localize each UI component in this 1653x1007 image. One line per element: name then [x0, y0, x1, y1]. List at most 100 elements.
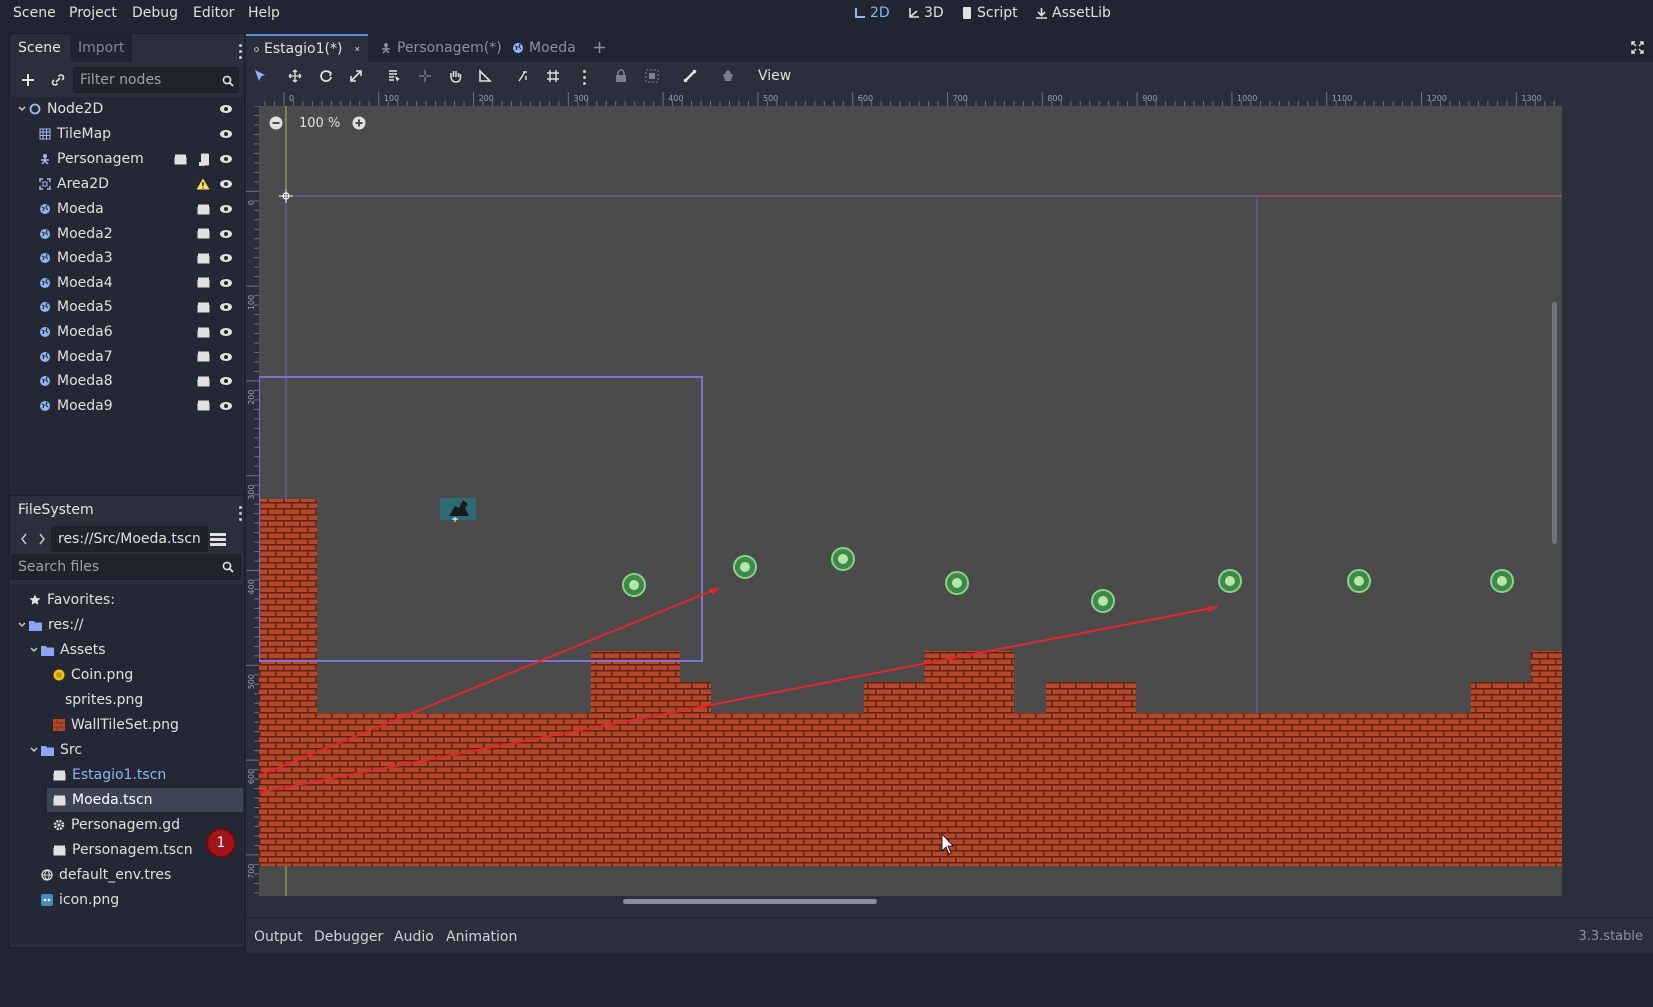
grid-snap-icon[interactable]	[546, 69, 560, 83]
pan-tool-icon[interactable]	[448, 69, 462, 83]
menu-help[interactable]: Help	[248, 5, 280, 21]
add-node-button[interactable]	[18, 70, 38, 90]
moeda-coin-sprite[interactable]	[622, 573, 646, 597]
folder-src[interactable]: Src	[29, 738, 82, 762]
favorites-item[interactable]: Favorites:	[29, 588, 115, 612]
workspace-2d-button[interactable]: 2D	[854, 5, 890, 21]
filesystem-dock-menu-icon[interactable]	[239, 506, 243, 524]
moeda-coin-sprite[interactable]	[945, 571, 969, 595]
new-tab-plus-icon[interactable]	[593, 41, 606, 54]
file-estagio1-tscn[interactable]: Estagio1.tscn	[53, 763, 166, 787]
script-icon[interactable]	[199, 153, 210, 166]
instance-icon[interactable]	[197, 400, 210, 411]
tab-output[interactable]: Output	[254, 929, 303, 945]
tab-estagio1[interactable]: Estagio1(*)	[246, 34, 368, 62]
instance-icon[interactable]	[197, 228, 210, 239]
visibility-eye-icon[interactable]	[219, 129, 233, 139]
tree-node-moeda[interactable]: Moeda7	[39, 345, 243, 369]
tree-node-moeda[interactable]: Moeda9	[39, 394, 243, 418]
file-coin-png[interactable]: Coin.png	[53, 663, 133, 687]
collapse-arrow-icon[interactable]	[17, 620, 27, 630]
instance-icon[interactable]	[197, 204, 210, 215]
visibility-eye-icon[interactable]	[219, 401, 233, 411]
tree-node-node2d[interactable]: Node2D	[17, 97, 243, 121]
close-icon[interactable]	[355, 44, 360, 54]
path-field[interactable]: res://Src/Moeda.tscn	[51, 526, 208, 552]
instance-icon[interactable]	[197, 302, 210, 313]
menu-project[interactable]: Project	[69, 5, 117, 21]
collapse-arrow-icon[interactable]	[29, 745, 39, 755]
distraction-free-icon[interactable]	[1631, 41, 1644, 54]
move-tool-icon[interactable]	[288, 69, 302, 83]
moeda-coin-sprite[interactable]	[1347, 569, 1371, 593]
zoom-level[interactable]: 100 %	[299, 116, 340, 131]
visibility-eye-icon[interactable]	[219, 104, 233, 114]
moeda-coin-sprite[interactable]	[831, 547, 855, 571]
menu-scene[interactable]: Scene	[13, 5, 56, 21]
ruler-tool-icon[interactable]	[478, 69, 492, 83]
group-icon[interactable]	[645, 69, 659, 83]
instance-icon[interactable]	[197, 376, 210, 387]
visibility-eye-icon[interactable]	[219, 204, 233, 214]
tab-moeda[interactable]: Moeda	[504, 34, 584, 62]
instance-icon[interactable]	[174, 154, 187, 165]
zoom-in-icon[interactable]	[352, 116, 366, 130]
search-files-input[interactable]: Search files	[11, 554, 241, 580]
visibility-eye-icon[interactable]	[219, 253, 233, 263]
file-personagem-gd[interactable]: Personagem.gd	[53, 813, 180, 837]
workspace-3d-button[interactable]: 3D	[908, 5, 944, 21]
visibility-eye-icon[interactable]	[219, 302, 233, 312]
list-view-icon[interactable]	[210, 532, 226, 546]
smart-snap-icon[interactable]	[517, 69, 531, 83]
tree-node-moeda[interactable]: Moeda8	[39, 369, 243, 393]
tab-filesystem[interactable]: FileSystem	[10, 496, 102, 524]
lock-icon[interactable]	[615, 69, 627, 83]
tree-node-moeda[interactable]: Moeda2	[39, 222, 243, 246]
scene-canvas[interactable]: 100 %	[259, 106, 1562, 896]
file-icon-png[interactable]: icon.png	[41, 888, 119, 912]
scale-tool-icon[interactable]	[349, 69, 363, 83]
folder-res[interactable]: res://	[17, 613, 84, 637]
moeda-coin-sprite[interactable]	[1490, 569, 1514, 593]
menu-debug[interactable]: Debug	[132, 5, 178, 21]
rotate-tool-icon[interactable]	[319, 69, 333, 83]
visibility-eye-icon[interactable]	[219, 352, 233, 362]
file-moeda-tscn[interactable]: Moeda.tscn	[47, 788, 243, 812]
visibility-eye-icon[interactable]	[219, 327, 233, 337]
horizontal-scrollbar[interactable]	[623, 899, 877, 904]
view-menu[interactable]: View	[758, 68, 791, 84]
moeda-coin-sprite[interactable]	[1218, 569, 1242, 593]
snap-options-menu-icon[interactable]	[583, 70, 587, 88]
tree-node-moeda[interactable]: Moeda3	[39, 246, 243, 270]
visibility-eye-icon[interactable]	[219, 376, 233, 386]
tree-node-tilemap[interactable]: TileMap	[39, 122, 243, 146]
tab-animation[interactable]: Animation	[446, 929, 517, 945]
file-personagem-tscn[interactable]: Personagem.tscn	[53, 838, 193, 862]
visibility-eye-icon[interactable]	[219, 179, 233, 189]
bones-icon[interactable]	[683, 69, 697, 83]
select-tool-icon[interactable]	[253, 69, 267, 83]
vertical-scrollbar[interactable]	[1552, 302, 1557, 544]
filter-nodes-input[interactable]: Filter nodes	[73, 67, 239, 93]
workspace-assetlib-button[interactable]: AssetLib	[1035, 5, 1111, 21]
forward-arrow-icon[interactable]	[38, 533, 46, 545]
instance-icon[interactable]	[197, 327, 210, 338]
instance-icon[interactable]	[197, 351, 210, 362]
tree-node-moeda[interactable]: Moeda	[39, 197, 243, 221]
file-sprites-png[interactable]: sprites.png	[65, 688, 143, 712]
list-select-icon[interactable]	[387, 69, 401, 83]
tree-node-personagem[interactable]: Personagem	[39, 147, 243, 171]
warning-icon[interactable]	[196, 178, 210, 190]
back-arrow-icon[interactable]	[20, 533, 28, 545]
collapse-arrow-icon[interactable]	[17, 104, 27, 114]
menu-editor[interactable]: Editor	[193, 5, 234, 21]
visibility-eye-icon[interactable]	[219, 154, 233, 164]
collapse-arrow-icon[interactable]	[29, 645, 39, 655]
visibility-eye-icon[interactable]	[219, 229, 233, 239]
pivot-tool-icon[interactable]	[418, 69, 432, 83]
camera-override-icon[interactable]	[721, 69, 735, 83]
tab-import[interactable]: Import	[70, 34, 133, 62]
moeda-coin-sprite[interactable]	[1091, 589, 1115, 613]
moeda-coin-sprite[interactable]	[733, 555, 757, 579]
instance-icon[interactable]	[197, 253, 210, 264]
